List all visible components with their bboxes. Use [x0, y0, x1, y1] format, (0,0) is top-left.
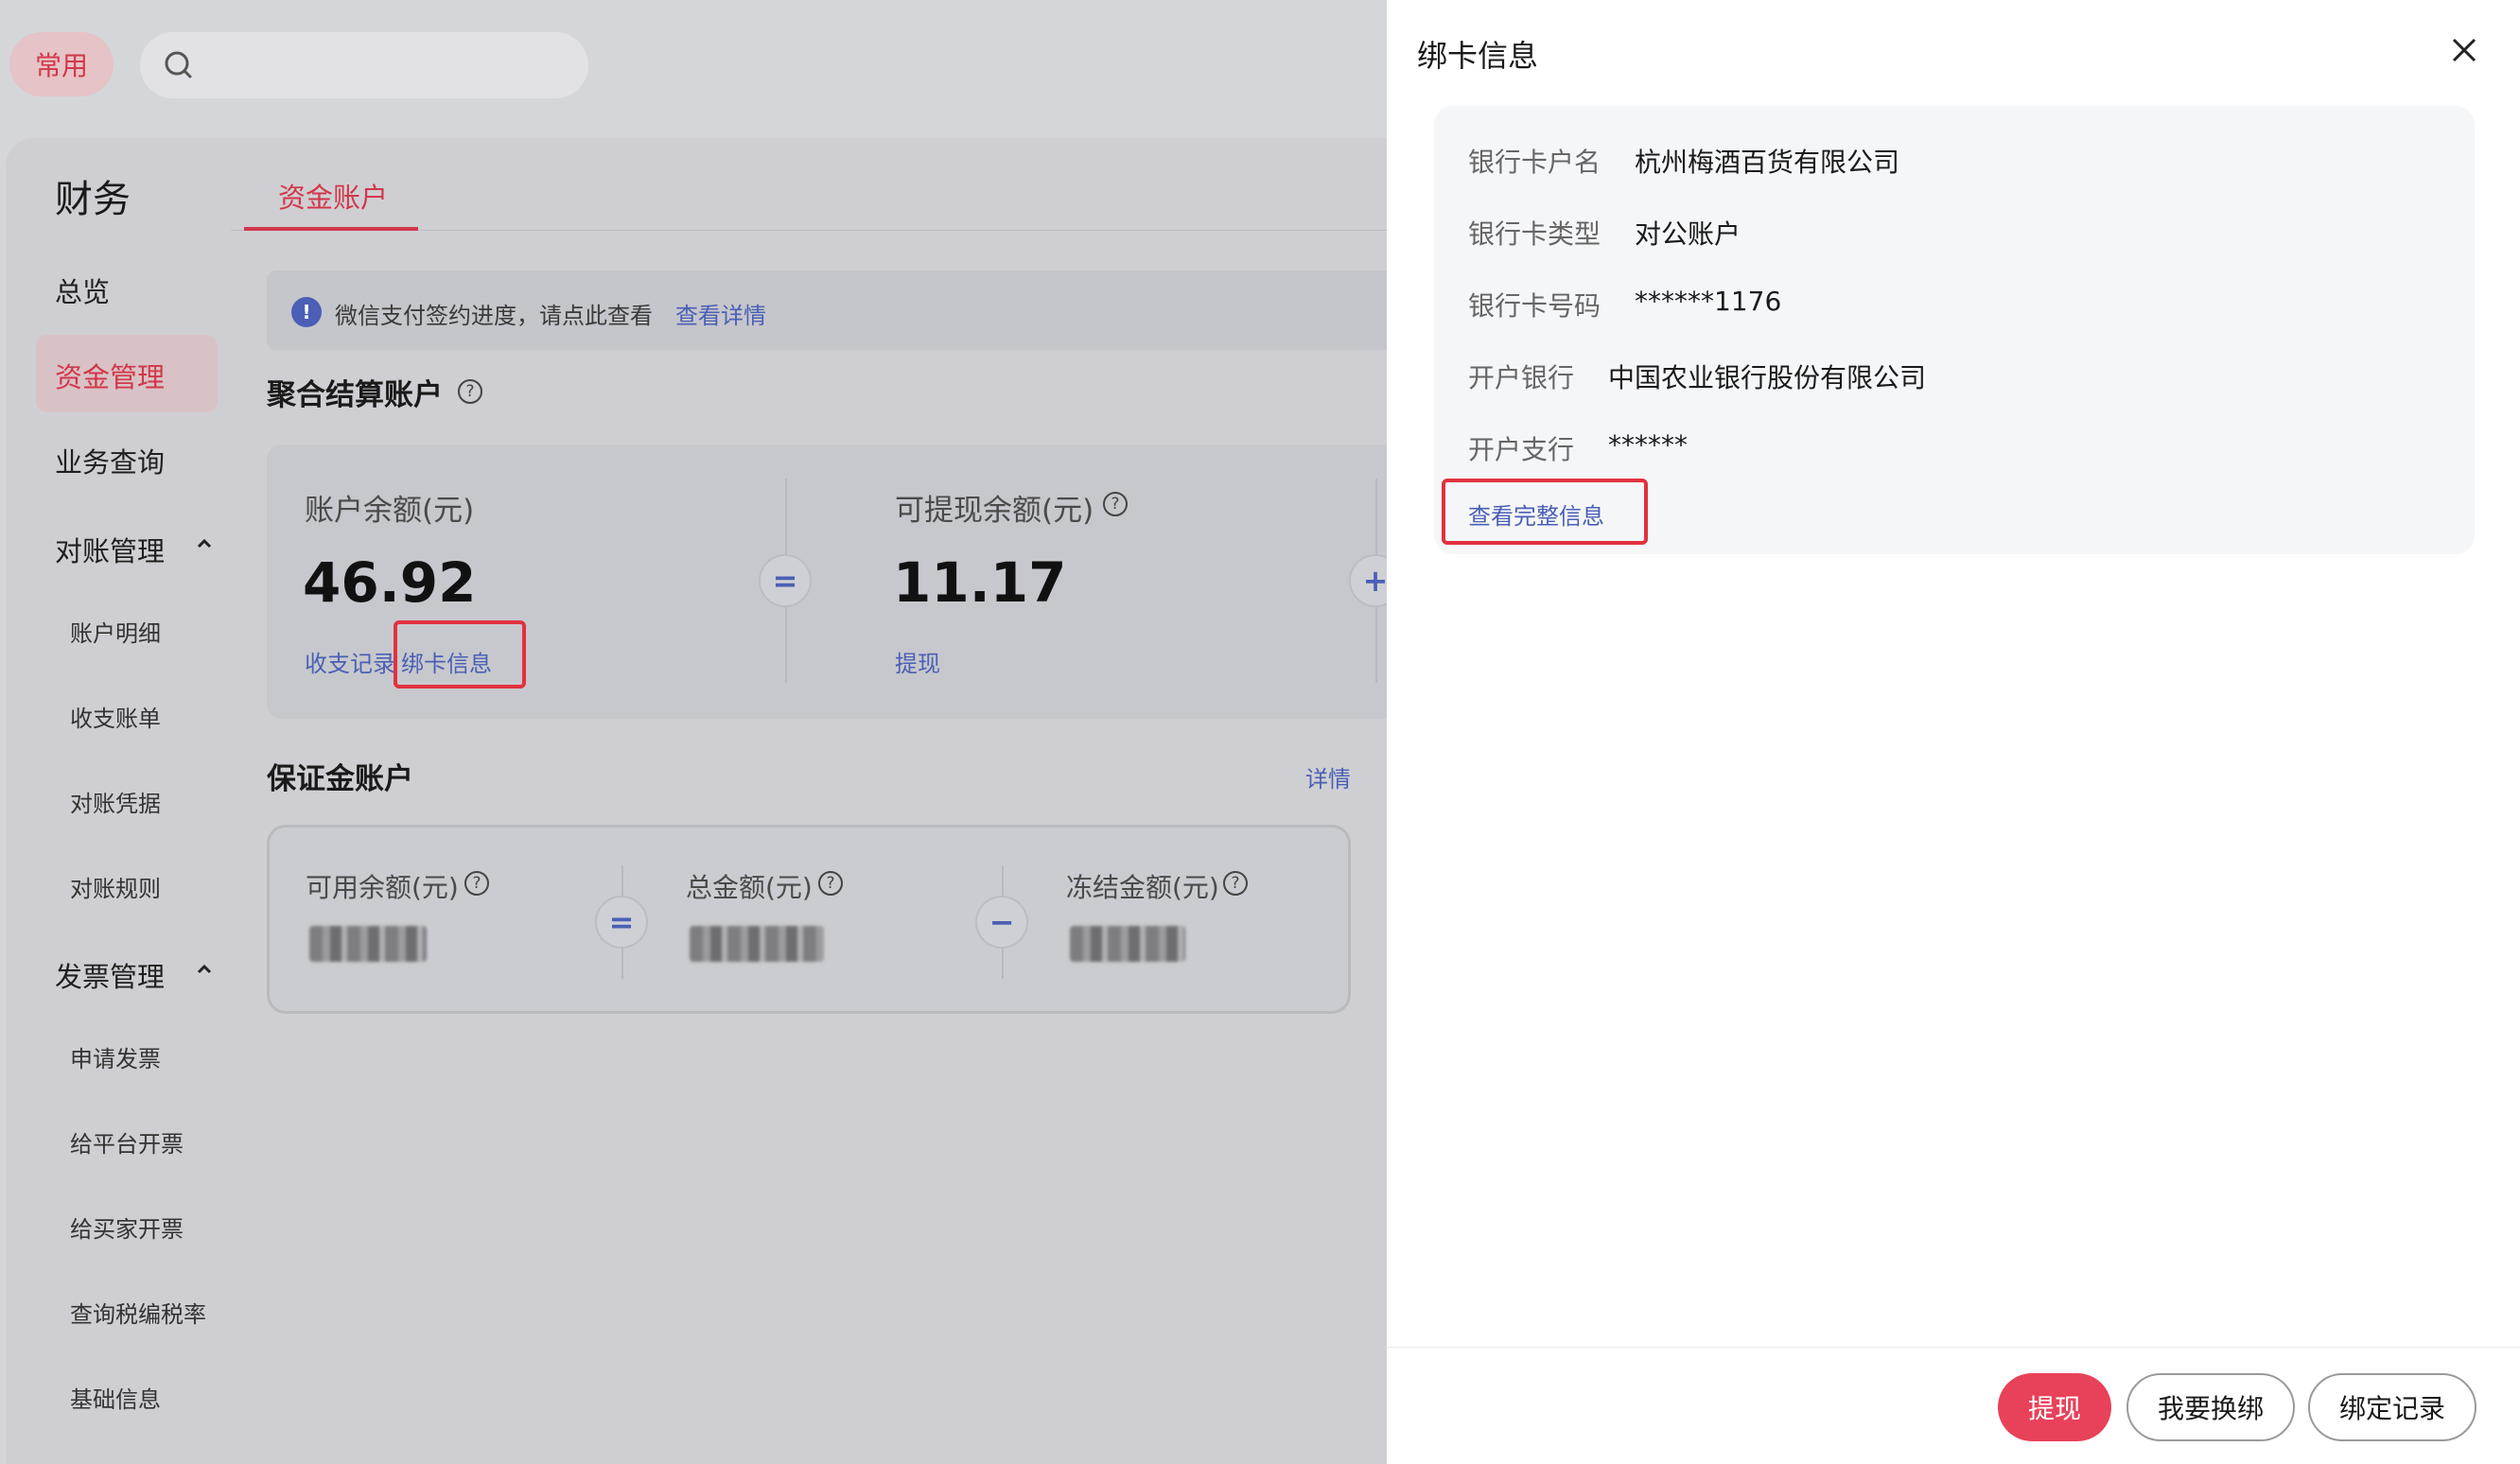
notice-text: 微信支付签约进度，请点此查看 — [335, 303, 653, 329]
chevron-up-icon[interactable] — [195, 963, 214, 976]
close-icon[interactable] — [2448, 34, 2480, 66]
account-name-value: 杭州梅酒百货有限公司 — [1635, 147, 1900, 178]
records-link[interactable]: 收支记录 — [305, 645, 395, 678]
account-name-label: 银行卡户名 — [1468, 147, 1601, 178]
bank-name-label: 开户银行 — [1468, 362, 1575, 393]
highlight-box — [394, 620, 526, 688]
sidebar-item-reconciliation[interactable]: 对账管理 — [55, 530, 165, 569]
help-icon[interactable]: ? — [1103, 492, 1128, 516]
card-type-value: 对公账户 — [1635, 218, 1741, 250]
balance-value: 46.92 — [303, 550, 477, 615]
info-icon: ! — [291, 297, 322, 327]
branch-label: 开户支行 — [1468, 434, 1575, 465]
card-type-label: 银行卡类型 — [1468, 218, 1601, 250]
frozen-label: 冻结金额(元) — [1066, 872, 1219, 903]
help-icon[interactable]: ? — [818, 871, 843, 896]
sidebar-item-basic-info[interactable]: 基础信息 — [70, 1381, 161, 1414]
drawer-title: 绑卡信息 — [1417, 38, 1539, 74]
bind-records-button[interactable]: 绑定记录 — [2308, 1373, 2476, 1441]
minus-operator: − — [975, 896, 1028, 949]
deposit-account-card: 可用余额(元) ? = 总金额(元) ? − 冻结金额(元) ? — [267, 825, 1351, 1014]
sidebar-item-apply-invoice[interactable]: 申请发票 — [70, 1040, 161, 1073]
common-tag-button[interactable]: 常用 — [9, 32, 114, 96]
deposit-detail-link[interactable]: 详情 — [1305, 760, 1351, 793]
balance-label: 账户余额(元) — [305, 494, 475, 528]
branch-value: ****** — [1608, 429, 1688, 461]
sidebar-item-bills[interactable]: 收支账单 — [70, 700, 161, 733]
sidebar-item-invoices[interactable]: 发票管理 — [55, 955, 165, 995]
card-number-label: 银行卡号码 — [1468, 290, 1601, 322]
help-icon[interactable]: ? — [458, 379, 482, 404]
sidebar-item-account-detail[interactable]: 账户明细 — [70, 615, 161, 648]
total-value-masked — [690, 926, 824, 962]
sidebar-item-tax-code[interactable]: 查询税编税率 — [70, 1296, 206, 1329]
highlight-box — [1442, 479, 1648, 545]
sidebar-item-vouchers[interactable]: 对账凭据 — [70, 785, 161, 818]
search-icon — [165, 51, 192, 78]
footer-divider — [1387, 1347, 2520, 1348]
withdraw-link[interactable]: 提现 — [895, 645, 940, 678]
bind-card-drawer: 绑卡信息 银行卡户名 杭州梅酒百货有限公司 银行卡类型 对公账户 银行卡号码 *… — [1387, 0, 2520, 1464]
frozen-value-masked — [1070, 926, 1185, 962]
equal-operator: = — [759, 554, 812, 607]
rebind-button[interactable]: 我要换绑 — [2126, 1373, 2295, 1441]
total-label: 总金额(元) — [686, 872, 813, 903]
tab-fund-account[interactable]: 资金账户 — [278, 176, 388, 216]
deposit-account-title: 保证金账户 — [267, 762, 413, 796]
equal-operator: = — [595, 896, 648, 949]
bank-name-value: 中国农业银行股份有限公司 — [1608, 362, 1927, 393]
sidebar-item-rules[interactable]: 对账规则 — [70, 870, 161, 903]
withdrawable-value: 11.17 — [893, 550, 1067, 615]
available-label: 可用余额(元) — [306, 872, 459, 903]
withdrawable-label: 可提现余额(元) — [895, 494, 1094, 528]
sidebar-item-buyer-invoice[interactable]: 给买家开票 — [70, 1211, 184, 1244]
card-number-value: ******1176 — [1635, 286, 1782, 317]
aggregate-account-card: 账户余额(元) 46.92 收支记录 绑卡信息 = 可提现余额(元) ? 11.… — [267, 444, 1402, 719]
available-value-masked — [309, 926, 427, 962]
sidebar-item-platform-invoice[interactable]: 给平台开票 — [70, 1125, 184, 1159]
tab-active-indicator — [244, 227, 418, 231]
sidebar-item-overview[interactable]: 总览 — [55, 270, 110, 310]
help-icon[interactable]: ? — [1223, 871, 1248, 896]
help-icon[interactable]: ? — [464, 871, 489, 896]
aggregate-account-title: 聚合结算账户 — [267, 378, 443, 412]
sidebar-title: 财务 — [55, 178, 131, 221]
notice-detail-link[interactable]: 查看详情 — [675, 297, 766, 330]
notice-banner: ! 微信支付签约进度，请点此查看 查看详情 — [267, 270, 1387, 350]
withdraw-button[interactable]: 提现 — [1998, 1373, 2111, 1441]
top-bar: 常用 — [0, 0, 1387, 138]
chevron-up-icon[interactable] — [195, 537, 214, 550]
search-input[interactable] — [140, 32, 588, 98]
sidebar-item-business-query[interactable]: 业务查询 — [55, 441, 165, 480]
sidebar-item-funds[interactable]: 资金管理 — [55, 356, 165, 395]
